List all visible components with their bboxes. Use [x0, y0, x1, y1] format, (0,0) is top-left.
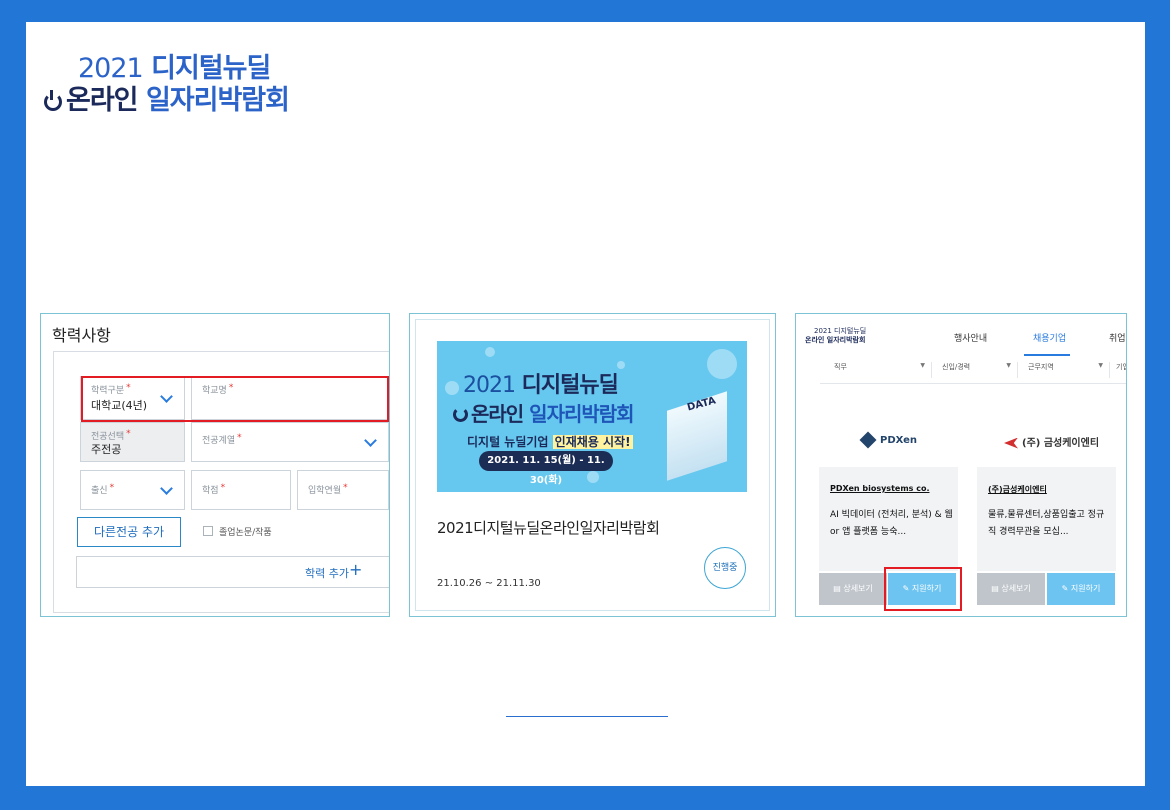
caret-down-icon: ▼ — [1006, 362, 1011, 369]
graduation-thesis-checkbox[interactable] — [203, 526, 213, 536]
chevron-down-icon — [160, 482, 173, 495]
education-form-title: 학력사항 — [52, 326, 111, 345]
school-row-highlight — [81, 376, 389, 422]
apply-button-highlight — [884, 567, 962, 611]
plus-icon: + — [349, 560, 363, 579]
gpa-input[interactable]: 학점 * — [191, 470, 291, 510]
admission-date-input[interactable]: 입학연월 * — [297, 470, 389, 510]
expo-banner-image[interactable]: DATA 2021 디지털뉴딜 온라인 일자리박람회 디지털 뉴딜기업 인재채용… — [437, 341, 747, 492]
filter-job[interactable]: 직무 ▼ — [834, 362, 932, 378]
pdxen-logo-icon — [859, 431, 877, 449]
status-badge: 진행중 — [704, 547, 746, 589]
filter-bar: 직무▼ 신입/경력▼ 근무지역▼ 기업테마 — [820, 355, 1126, 384]
region-select[interactable]: 출신 * — [80, 470, 185, 510]
company-logo-kst: (주) 금성케이엔티 — [1004, 434, 1099, 449]
nav-item-event-info[interactable]: 행사안내 — [954, 331, 987, 344]
company-card[interactable]: PDXen biosystems co. AI 빅데이터 (전처리, 분석) &… — [819, 467, 958, 571]
add-education-button[interactable]: 학력 추가 + — [76, 556, 389, 588]
kst-logo-icon — [1004, 437, 1018, 449]
center-divider-link[interactable] — [506, 716, 668, 717]
expo-logo[interactable]: 2021 디지털뉴딜 온라인 일자리박람회 — [44, 44, 324, 116]
logo-line2: 온라인 일자리박람회 — [44, 78, 290, 117]
banner-tagline: 디지털 뉴딜기업 인재채용 시작! — [467, 435, 633, 449]
gpa-label: 학점 * — [202, 483, 226, 496]
banner-dates: 2021. 11. 15(월) - 11. 30(화) — [479, 451, 613, 486]
power-icon — [44, 90, 62, 111]
major-select-value: 주전공 — [91, 443, 122, 456]
logo-online: 온라인 — [66, 85, 139, 116]
apply-button[interactable]: ✎ 지원하기 — [1047, 573, 1115, 605]
banner-line1: 2021 디지털뉴딜 — [463, 373, 619, 398]
graduation-thesis-label: 졸업논문/작품 — [219, 528, 272, 538]
caret-down-icon: ▼ — [1098, 362, 1103, 369]
company-name: (주)금성케이엔티 — [988, 485, 1047, 494]
major-field-label: 전공계열 * — [202, 433, 242, 446]
company-card[interactable]: (주)금성케이엔티 물류,물류센터,상품입출고 정규직 경력무관을 모십... — [977, 467, 1116, 571]
nav-item-employment[interactable]: 취업 — [1109, 331, 1126, 344]
caret-down-icon: ▼ — [920, 362, 925, 369]
expo-dates: 21.10.26 ~ 21.11.30 — [437, 578, 541, 589]
add-education-label: 학력 추가 — [305, 567, 349, 580]
banner-line2: 온라인 일자리박람회 — [453, 398, 635, 427]
region-label: 출신 * — [91, 483, 115, 496]
major-select[interactable]: 전공선택 * 주전공 — [80, 422, 185, 462]
education-form-panel: 학력사항 학력구분 * 대학교(4년) 학교명 * 전공선택 * 주전공 전공계열 * … — [40, 313, 390, 617]
chevron-down-icon — [364, 434, 377, 447]
filter-theme[interactable]: 기업테마 — [1116, 362, 1126, 378]
detail-button[interactable]: ▤ 상세보기 — [819, 573, 887, 605]
logo-jobfair: 일자리박람회 — [145, 85, 290, 116]
add-major-button[interactable]: 다른전공 추가 — [77, 517, 181, 547]
filter-career[interactable]: 신입/경력 ▼ — [942, 362, 1018, 378]
major-field-select[interactable]: 전공계열 * — [191, 422, 389, 462]
detail-button[interactable]: ▤ 상세보기 — [977, 573, 1045, 605]
job-description: AI 빅데이터 (전처리, 분석) & 웹 or 앱 플랫폼 능숙... — [830, 510, 953, 537]
expo-title[interactable]: 2021디지털뉴딜온라인일자리박람회 — [437, 517, 660, 538]
nav-logo-sub[interactable]: 온라인 일자리박람회 — [805, 335, 865, 345]
job-listing-panel: 2021 디지털뉴딜 온라인 일자리박람회 행사안내 채용기업 취업 직무 ▼ 신… — [795, 313, 1127, 617]
filter-region[interactable]: 근무지역 ▼ — [1028, 362, 1110, 378]
company-logo-pdxen: PDXen — [859, 431, 917, 449]
nav-item-hiring-companies[interactable]: 채용기업 — [1033, 331, 1066, 344]
power-icon — [453, 407, 468, 422]
expo-card-panel[interactable]: DATA 2021 디지털뉴딜 온라인 일자리박람회 디지털 뉴딜기업 인재채용… — [409, 313, 776, 617]
admission-label: 입학연월 * — [308, 483, 348, 496]
company-name: PDXen biosystems co. — [830, 484, 930, 493]
job-description: 물류,물류센터,상품입출고 정규직 경력무관을 모십... — [988, 510, 1105, 537]
